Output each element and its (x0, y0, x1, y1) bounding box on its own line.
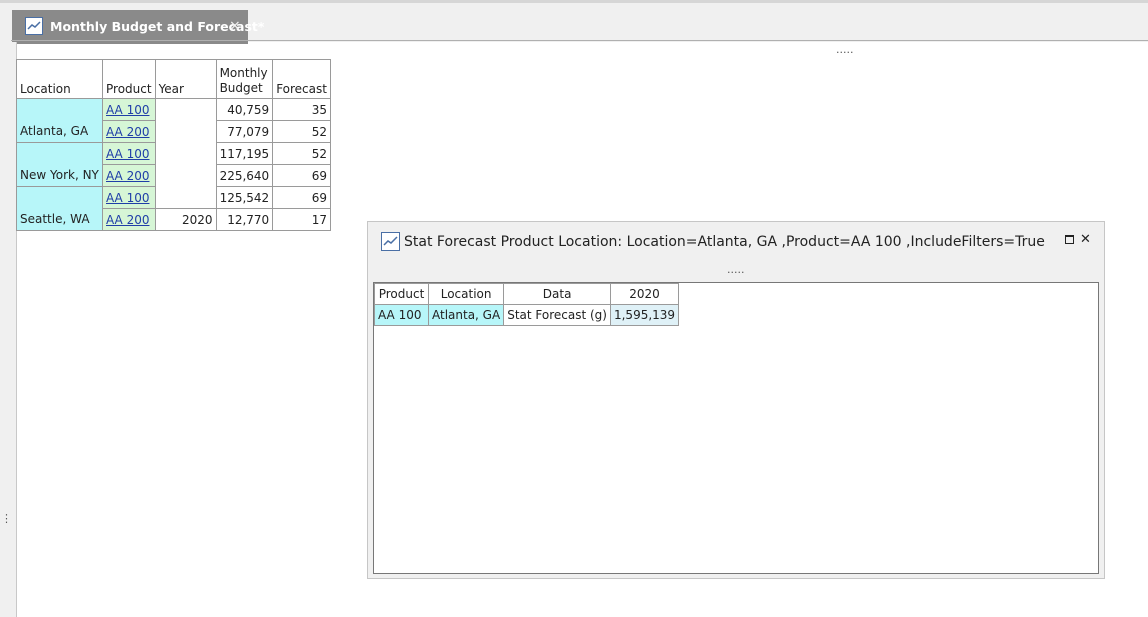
budget-cell[interactable]: 77,079 (215, 120, 274, 143)
product-cell[interactable]: AA 200 (102, 208, 156, 231)
line-chart-icon (25, 17, 43, 35)
budget-cell[interactable]: 40,759 (215, 98, 274, 121)
year-value-cell[interactable]: 2020 (154, 208, 217, 231)
product-link[interactable]: AA 200 (106, 213, 149, 227)
table-row: Atlanta, GA AA 100 40,759 35 (16, 98, 331, 209)
header-forecast[interactable]: Forecast (272, 59, 331, 99)
budget-cell[interactable]: 12,770 (215, 208, 274, 231)
location-cell[interactable]: Atlanta, GA (16, 98, 103, 143)
budget-cell[interactable]: 117,195 (215, 142, 274, 165)
tab-divider (11, 40, 1148, 41)
location-cell[interactable]: Atlanta, GA (427, 304, 505, 326)
maximize-icon[interactable] (1065, 235, 1074, 244)
product-link[interactable]: AA 100 (106, 147, 149, 161)
product-link[interactable]: AA 100 (106, 103, 149, 117)
product-cell[interactable]: AA 200 (102, 164, 156, 187)
header-data[interactable]: Data (503, 283, 611, 305)
grip-icon[interactable]: ⋮ (1, 513, 12, 524)
forecast-cell[interactable]: 69 (272, 164, 331, 187)
stat-forecast-popup: Stat Forecast Product Location: Location… (367, 221, 1105, 579)
location-cell[interactable]: Seattle, WA (16, 186, 103, 231)
product-link[interactable]: AA 200 (106, 169, 149, 183)
forecast-cell[interactable]: 17 (272, 208, 331, 231)
budget-cell[interactable]: 125,542 (215, 186, 274, 209)
budget-forecast-grid: Location Product Year Monthly Budget For… (16, 59, 331, 231)
value-cell[interactable]: 1,595,139 (609, 304, 680, 326)
popup-splitter-handle[interactable]: ..... (727, 263, 744, 276)
header-location[interactable]: Location (16, 59, 103, 99)
product-cell[interactable]: AA 200 (102, 120, 156, 143)
product-cell[interactable]: AA 100 (102, 186, 156, 209)
header-year-2020[interactable]: 2020 (609, 283, 680, 305)
forecast-cell[interactable]: 35 (272, 98, 331, 121)
splitter-handle[interactable]: ..... (836, 43, 853, 56)
product-link[interactable]: AA 200 (106, 125, 149, 139)
close-icon[interactable]: ✕ (1080, 232, 1091, 247)
header-product[interactable]: Product (102, 59, 156, 99)
header-monthly-budget[interactable]: Monthly Budget (215, 59, 274, 99)
header-location[interactable]: Location (427, 283, 505, 305)
forecast-cell[interactable]: 69 (272, 186, 331, 209)
tab-bar: Monthly Budget and Forecast* × (0, 0, 1148, 44)
table-row: AA 100 Atlanta, GA Stat Forecast (g) 1,5… (374, 304, 680, 326)
header-year[interactable]: Year (154, 59, 217, 99)
location-cell[interactable]: New York, NY (16, 142, 103, 187)
left-splitter[interactable]: ⋮ (0, 42, 17, 617)
forecast-cell[interactable]: 52 (272, 142, 331, 165)
header-monthly-budget-label: Monthly Budget (219, 66, 268, 95)
header-product[interactable]: Product (374, 283, 429, 305)
product-cell[interactable]: AA 100 (102, 142, 156, 165)
forecast-cell[interactable]: 52 (272, 120, 331, 143)
line-chart-icon (381, 232, 400, 251)
popup-title: Stat Forecast Product Location: Location… (404, 234, 1045, 250)
grid-header-row: Product Location Data 2020 (374, 283, 680, 305)
product-cell[interactable]: AA 100 (102, 98, 156, 121)
budget-cell[interactable]: 225,640 (215, 164, 274, 187)
tab-monthly-budget-forecast[interactable]: Monthly Budget and Forecast* × (12, 10, 264, 44)
product-cell[interactable]: AA 100 (374, 304, 429, 326)
tab-close-icon[interactable]: × (229, 18, 241, 34)
stat-forecast-grid: Product Location Data 2020 AA 100 Atlant… (374, 283, 680, 326)
popup-grid-panel: Product Location Data 2020 AA 100 Atlant… (373, 282, 1099, 574)
product-link[interactable]: AA 100 (106, 191, 149, 205)
grid-header-row: Location Product Year Monthly Budget For… (16, 59, 331, 99)
data-cell[interactable]: Stat Forecast (g) (503, 304, 611, 326)
year-cell[interactable] (154, 98, 217, 209)
